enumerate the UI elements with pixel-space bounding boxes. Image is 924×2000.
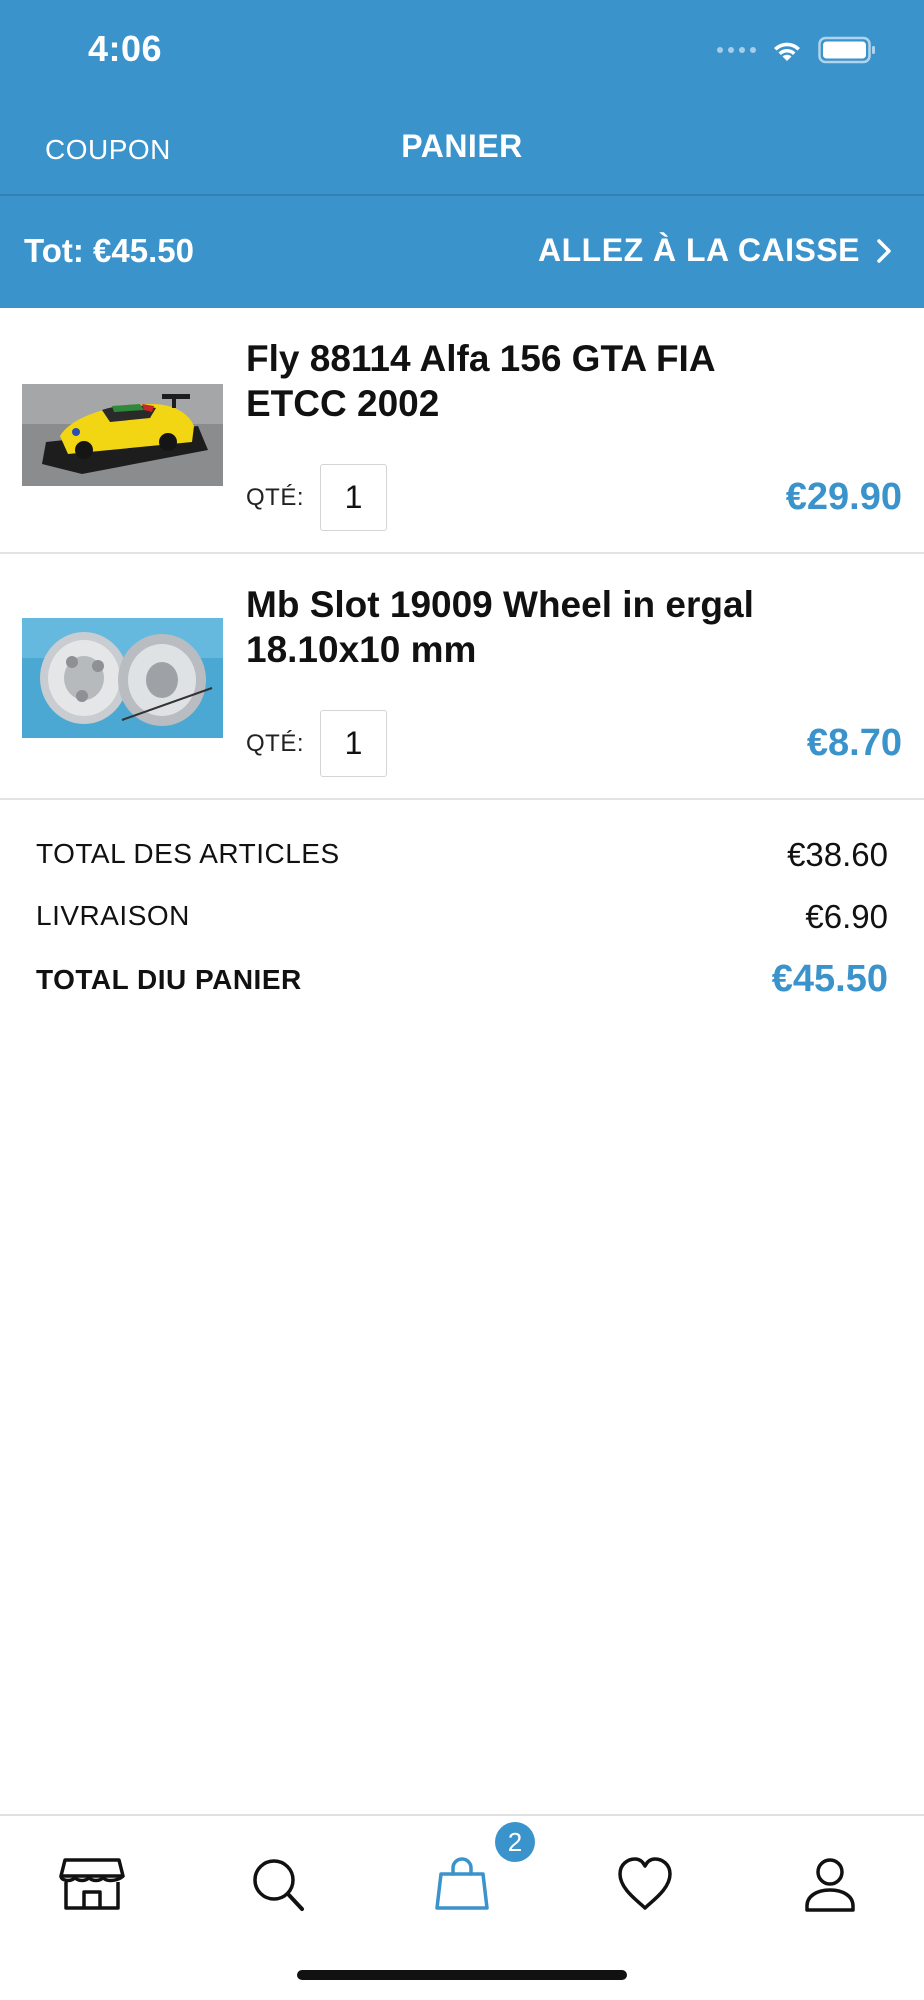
cart-total-row: TOTAL DIU PANIER €45.50 xyxy=(36,958,888,1008)
checkout-button[interactable]: ALLEZ À LA CAISSE xyxy=(538,232,892,269)
shipping-row: LIVRAISON €6.90 xyxy=(36,898,888,942)
status-bar: 4:06 xyxy=(0,0,924,100)
cart-count-badge: 2 xyxy=(495,1822,535,1862)
quantity-label: QTÉ: xyxy=(246,730,305,757)
shipping-value: €6.90 xyxy=(805,898,888,935)
cellular-signal-icon xyxy=(717,47,756,53)
status-icons xyxy=(717,32,876,68)
status-time: 4:06 xyxy=(88,28,163,69)
tab-store[interactable] xyxy=(57,1854,127,1914)
battery-icon xyxy=(818,36,875,64)
items-total-value: €38.60 xyxy=(787,836,888,873)
heart-icon xyxy=(618,1857,672,1910)
checkout-bar: Tot: €45.50 ALLEZ À LA CAISSE xyxy=(0,198,924,308)
quantity-input[interactable]: 1 xyxy=(320,464,387,531)
cart-screen: 4:06 COUPON PANIER Tot: €45.50 ALLEZ À L… xyxy=(0,0,924,2000)
product-name[interactable]: Fly 88114 Alfa 156 GTA FIA ETCC 2002 xyxy=(246,336,806,426)
quantity-input[interactable]: 1 xyxy=(320,710,387,777)
checkout-button-label: ALLEZ À LA CAISSE xyxy=(538,232,860,268)
page-title: PANIER xyxy=(401,128,523,164)
cart-item[interactable]: Mb Slot 19009 Wheel in ergal 18.10x10 mm… xyxy=(0,554,924,800)
items-total-label: TOTAL DES ARTICLES xyxy=(36,838,340,869)
item-price: €8.70 xyxy=(806,722,902,764)
item-price: €29.90 xyxy=(785,476,902,518)
home-indicator[interactable] xyxy=(297,1970,627,1980)
cart-total-label: TOTAL DIU PANIER xyxy=(36,964,302,995)
tab-search[interactable] xyxy=(243,1854,313,1914)
product-name[interactable]: Mb Slot 19009 Wheel in ergal 18.10x10 mm xyxy=(246,582,806,672)
product-image-wheel[interactable] xyxy=(22,610,223,742)
search-icon xyxy=(253,1859,304,1911)
wifi-icon xyxy=(774,42,800,61)
cart-total-value: €45.50 xyxy=(771,958,888,1000)
nav-bar: COUPON PANIER xyxy=(0,100,924,196)
user-icon xyxy=(805,1858,855,1912)
cart-item[interactable]: Fly 88114 Alfa 156 GTA FIA ETCC 2002 QTÉ… xyxy=(0,308,924,554)
items-total-row: TOTAL DES ARTICLES €38.60 xyxy=(36,836,888,880)
chevron-right-icon xyxy=(877,238,891,263)
tab-cart[interactable] xyxy=(427,1854,497,1914)
shipping-label: LIVRAISON xyxy=(36,900,190,931)
store-icon xyxy=(59,1858,125,1910)
tab-favorites[interactable] xyxy=(610,1854,680,1914)
shopping-bag-icon xyxy=(435,1857,489,1910)
quantity-label: QTÉ: xyxy=(246,484,305,511)
product-image-car[interactable] xyxy=(22,364,223,496)
cart-item-list: Fly 88114 Alfa 156 GTA FIA ETCC 2002 QTÉ… xyxy=(0,308,924,800)
cart-total-header: Tot: €45.50 xyxy=(24,232,194,269)
tab-account[interactable] xyxy=(795,1854,865,1914)
header: 4:06 COUPON PANIER Tot: €45.50 ALLEZ À L… xyxy=(0,0,924,308)
